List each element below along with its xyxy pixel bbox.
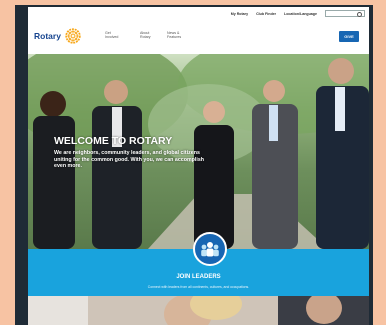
club-finder-link[interactable]: Club Finder xyxy=(256,12,276,16)
my-rotary-link[interactable]: My Rotary xyxy=(231,12,248,16)
nav-get-involved[interactable]: Get Involved xyxy=(105,31,118,40)
search-input[interactable] xyxy=(325,10,365,17)
nav-about-rotary[interactable]: About Rotary xyxy=(140,31,151,40)
location-language-link[interactable]: Location/Language xyxy=(284,12,317,16)
bottom-photo-strip xyxy=(28,296,369,325)
hero-title: WELCOME TO ROTARY xyxy=(54,135,173,147)
browser-frame: My Rotary Club Finder Location/Language … xyxy=(15,5,373,325)
search-icon[interactable] xyxy=(357,12,362,17)
utility-bar: My Rotary Club Finder Location/Language xyxy=(28,7,369,20)
site-header: Rotary Get Involved About Rotary News & xyxy=(28,20,369,55)
give-button[interactable]: GIVE xyxy=(339,31,359,42)
join-leaders-subtitle: Connect with leaders from all continents… xyxy=(147,285,250,289)
hero-description: We are neighbors, community leaders, and… xyxy=(54,150,205,170)
leaders-photo xyxy=(28,296,369,325)
rotary-homepage: My Rotary Club Finder Location/Language … xyxy=(28,7,369,325)
join-leaders-title[interactable]: JOIN LEADERS xyxy=(28,274,369,280)
people-group-icon xyxy=(201,242,219,257)
nav-news-features[interactable]: News & Features xyxy=(167,31,181,40)
join-leaders-icon xyxy=(193,232,227,266)
hero-banner: WELCOME TO ROTARY We are neighbors, comm… xyxy=(28,54,369,249)
rotary-wheel-icon[interactable] xyxy=(65,28,81,44)
rotary-logo-text[interactable]: Rotary xyxy=(34,31,61,41)
